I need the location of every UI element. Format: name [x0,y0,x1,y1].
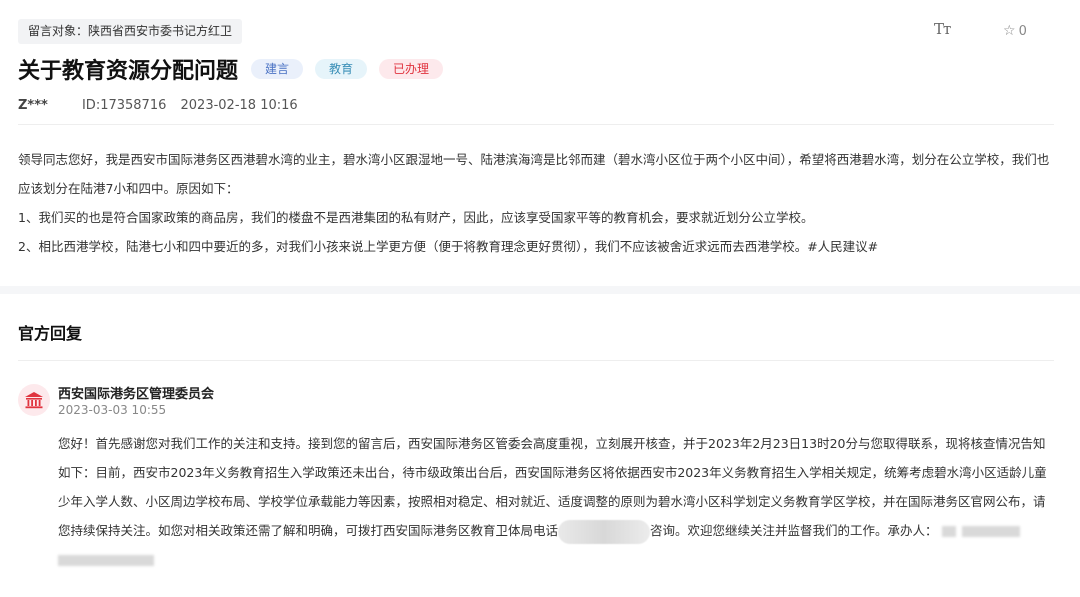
favorite-button[interactable]: ☆ 0 [1003,23,1027,39]
divider [18,360,1054,361]
message-id: ID:17358716 [81,98,167,113]
favorite-count: 0 [1018,24,1027,39]
section-separator [0,286,1080,294]
star-outline-icon: ☆ [1003,23,1016,39]
redacted-phone [558,519,651,544]
status-badge: 已办理 [379,59,444,79]
redacted-name [58,555,154,566]
title-row: 关于教育资源分配问题 建言 教育 已办理 [18,55,455,84]
category-tag-education[interactable]: 教育 [315,59,368,79]
post-date: 2023-02-18 10:16 [180,98,298,113]
font-size-icon[interactable]: Tт [934,20,951,38]
reply-section-title: 官方回复 [18,324,83,343]
post-meta: Z*** ID:17358716 2023-02-18 10:16 [18,98,298,113]
message-paragraph: 2、相比西港学校，陆港七小和四中要近的多，对我们小孩来说上学更方便（便于将教育理… [18,239,879,254]
reply-body: 您好！首先感谢您对我们工作的关注和支持。接到您的留言后，西安国际港务区管委会高度… [58,429,1056,574]
author-name: Z*** [18,98,48,113]
message-paragraph: 1、我们买的也是符合国家政策的商品房，我们的楼盘不是西港集团的私有财产，因此，应… [18,210,814,225]
message-body: 领导同志您好，我是西安市国际港务区西港碧水湾的业主，碧水湾小区跟湿地一号、陆港滨… [18,145,1058,261]
government-building-icon [18,384,50,416]
recipient-tag[interactable]: 留言对象：陕西省西安市委书记方红卫 [18,19,243,44]
org-name: 西安国际港务区管理委员会 [58,387,215,402]
redacted-name [941,526,956,537]
reply-text-part: 咨询。欢迎您继续关注并监督我们的工作。承办人： [650,523,938,538]
divider [18,124,1054,125]
reply-time: 2023-03-03 10:55 [58,403,167,417]
page: 留言对象：陕西省西安市委书记方红卫 Tт ☆ 0 关于教育资源分配问题 建言 教育… [0,0,1080,597]
message-paragraph: 领导同志您好，我是西安市国际港务区西港碧水湾的业主，碧水湾小区跟湿地一号、陆港滨… [18,152,1050,196]
page-title: 关于教育资源分配问题 [18,59,239,84]
category-tag-suggest[interactable]: 建言 [251,59,304,79]
redacted-name [961,526,1020,537]
message-card: 留言对象：陕西省西安市委书记方红卫 Tт ☆ 0 关于教育资源分配问题 建言 教育… [0,0,1080,286]
